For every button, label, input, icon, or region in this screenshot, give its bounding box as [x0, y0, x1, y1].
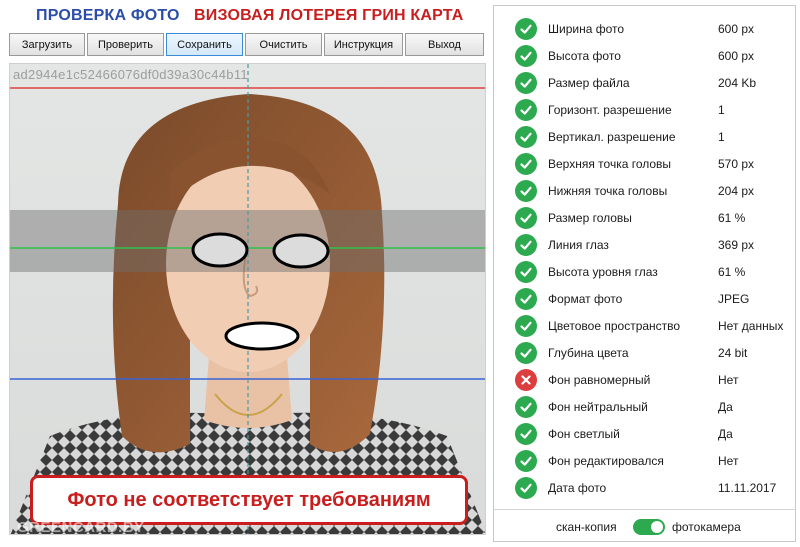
check-circle-icon: [515, 423, 537, 445]
check-label: Фон равномерный: [548, 373, 651, 387]
check-label: Горизонт. разрешение: [548, 103, 672, 117]
check-label: Верхняя точка головы: [548, 157, 672, 171]
photo-preview: ad2944e1c52466076df0d39a30c44b11 Фото не…: [9, 63, 486, 535]
check-row: Высота фото 600 px: [494, 45, 795, 67]
check-circle-icon: [515, 396, 537, 418]
check-value: Нет: [718, 373, 739, 387]
check-row: Высота уровня глаз 61 %: [494, 261, 795, 283]
check-row: Фон редактировался Нет: [494, 450, 795, 472]
check-value: 570 px: [718, 157, 755, 171]
check-value: 1: [718, 103, 725, 117]
photo-hash: ad2944e1c52466076df0d39a30c44b11: [13, 67, 248, 82]
check-value: 204 px: [718, 184, 755, 198]
check-label: Дата фото: [548, 481, 607, 495]
check-circle-icon: [515, 18, 537, 40]
check-label: Линия глаз: [548, 238, 609, 252]
mouth-marker: [224, 321, 300, 351]
clear-button[interactable]: Очистить: [245, 33, 322, 56]
check-row: Горизонт. разрешение 1: [494, 99, 795, 121]
check-value: 61 %: [718, 211, 746, 225]
check-circle-icon: [515, 315, 537, 337]
check-label: Вертикал. разрешение: [548, 130, 676, 144]
check-value: 600 px: [718, 22, 755, 36]
check-row: Фон равномерный Нет: [494, 369, 795, 391]
check-label: Высота фото: [548, 49, 621, 63]
app-title: ПРОВЕРКА ФОТО: [36, 7, 180, 24]
check-row: Размер файла 204 Kb: [494, 72, 795, 94]
check-circle-icon: [515, 99, 537, 121]
check-label: Фон редактировался: [548, 454, 664, 468]
scan-copy-label[interactable]: скан-копия: [556, 520, 617, 534]
check-circle-icon: [515, 45, 537, 67]
check-value: 369 px: [718, 238, 755, 252]
check-circle-icon: [515, 342, 537, 364]
mode-selector: скан-копия фотокамера: [494, 509, 795, 542]
portrait-illustration: [10, 64, 485, 534]
check-row: Линия глаз 369 px: [494, 234, 795, 256]
check-circle-icon: [515, 72, 537, 94]
cross-circle-icon: [515, 369, 537, 391]
check-circle-icon: [515, 234, 537, 256]
check-row: Верхняя точка головы 570 px: [494, 153, 795, 175]
check-row: Дата фото 11.11.2017: [494, 477, 795, 499]
check-value: 1: [718, 130, 725, 144]
check-circle-icon: [515, 180, 537, 202]
check-value: Нет: [718, 454, 739, 468]
camera-label[interactable]: фотокамера: [672, 520, 741, 534]
save-button[interactable]: Сохранить: [166, 33, 243, 56]
verdict-banner: Фото не соответствует требованиям: [30, 475, 468, 525]
check-label: Размер файла: [548, 76, 630, 90]
check-label: Формат фото: [548, 292, 623, 306]
mode-toggle[interactable]: [633, 519, 665, 535]
check-value: Да: [718, 427, 733, 441]
check-row: Ширина фото 600 px: [494, 18, 795, 40]
check-label: Нижняя точка головы: [548, 184, 668, 198]
check-value: Да: [718, 400, 733, 414]
check-label: Цветовое пространство: [548, 319, 681, 333]
check-label: Ширина фото: [548, 22, 625, 36]
check-circle-icon: [515, 261, 537, 283]
check-circle-icon: [515, 153, 537, 175]
check-row: Фон светлый Да: [494, 423, 795, 445]
check-value: Нет данных: [718, 319, 784, 333]
check-circle-icon: [515, 288, 537, 310]
check-circle-icon: [515, 450, 537, 472]
check-value: 61 %: [718, 265, 746, 279]
photo-checker-app: ПРОВЕРКА ФОТО ВИЗОВАЯ ЛОТЕРЕЯ ГРИН КАРТА…: [0, 0, 800, 547]
toggle-knob: [651, 521, 663, 533]
load-button[interactable]: Загрузить: [9, 33, 85, 56]
check-row: Цветовое пространство Нет данных: [494, 315, 795, 337]
check-label: Размер головы: [548, 211, 632, 225]
right-eye-marker: [272, 233, 330, 269]
check-label: Фон светлый: [548, 427, 620, 441]
app-subtitle: ВИЗОВАЯ ЛОТЕРЕЯ ГРИН КАРТА: [194, 7, 464, 24]
instructions-button[interactable]: Инструкция: [324, 33, 403, 56]
check-value: 24 bit: [718, 346, 748, 360]
left-eye-marker: [191, 232, 249, 268]
check-value: 204 Kb: [718, 76, 757, 90]
watermark: GREENCARD.BY: [17, 519, 145, 535]
check-row: Вертикал. разрешение 1: [494, 126, 795, 148]
check-circle-icon: [515, 207, 537, 229]
check-label: Фон нейтральный: [548, 400, 648, 414]
check-row: Глубина цвета 24 bit: [494, 342, 795, 364]
check-value: 11.11.2017: [718, 481, 777, 495]
check-label: Высота уровня глаз: [548, 265, 658, 279]
check-button[interactable]: Проверить: [87, 33, 164, 56]
check-circle-icon: [515, 477, 537, 499]
check-row: Размер головы 61 %: [494, 207, 795, 229]
toolbar: Загрузить Проверить Сохранить Очистить И…: [9, 33, 486, 56]
check-value: 600 px: [718, 49, 755, 63]
check-row: Фон нейтральный Да: [494, 396, 795, 418]
check-row: Формат фото JPEG: [494, 288, 795, 310]
check-value: JPEG: [718, 292, 750, 306]
check-label: Глубина цвета: [548, 346, 629, 360]
check-results-panel: Ширина фото 600 px Высота фото 600 px Размер…: [493, 5, 796, 542]
exit-button[interactable]: Выход: [405, 33, 484, 56]
check-row: Нижняя точка головы 204 px: [494, 180, 795, 202]
check-circle-icon: [515, 126, 537, 148]
